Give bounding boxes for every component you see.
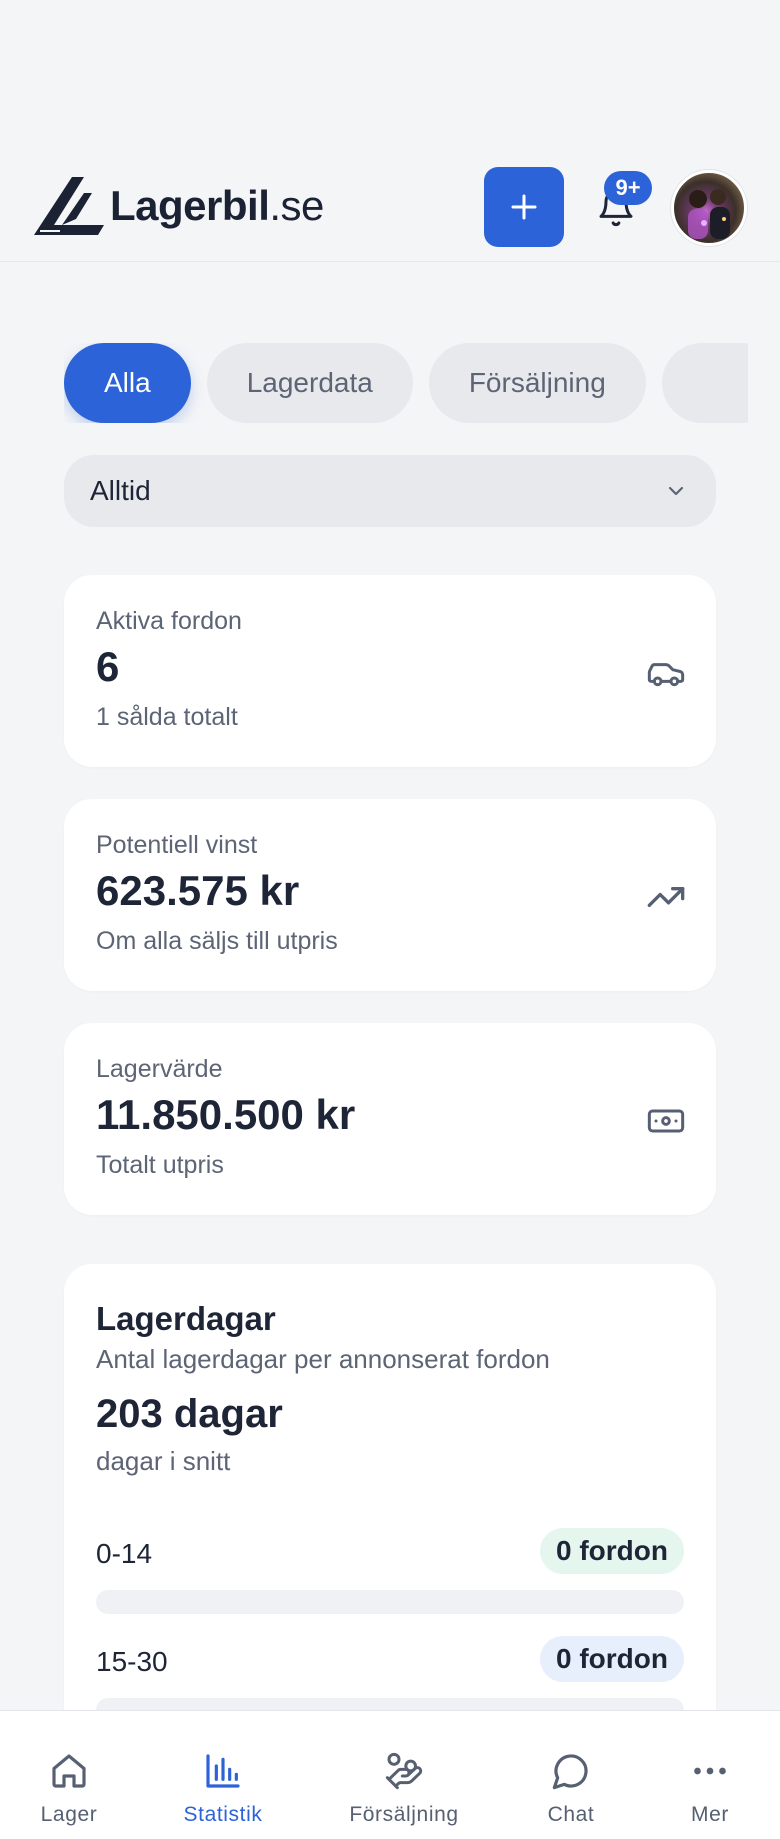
stat-sub: 1 sålda totalt bbox=[96, 703, 238, 731]
avatar-photo bbox=[688, 189, 730, 239]
home-icon bbox=[52, 1754, 86, 1788]
tab-more[interactable] bbox=[661, 343, 748, 423]
logo-tld: .se bbox=[269, 182, 324, 229]
stat-value: 623.575 kr bbox=[96, 867, 300, 914]
nav-item-chat[interactable]: Chat bbox=[532, 1711, 610, 1839]
logo-text: Lagerbil.se bbox=[110, 182, 324, 230]
stat-value: 11.850.500 kr bbox=[96, 1091, 356, 1138]
stat-value: 6 bbox=[96, 643, 120, 690]
bucket-progress-bar bbox=[96, 1590, 684, 1614]
stat-label: Aktiva fordon bbox=[96, 607, 242, 635]
period-select-value: Alltid bbox=[90, 475, 151, 506]
logo-name: Lagerbil bbox=[110, 182, 270, 229]
app-header: Lagerbil.se 9+ bbox=[0, 160, 780, 262]
bucket-count-badge: 0 fordon bbox=[540, 1528, 684, 1574]
stat-label: Lagervärde bbox=[96, 1055, 223, 1083]
stock-days-title: Lagerdagar bbox=[96, 1300, 276, 1337]
stat-card-potential-profit: Potentiell vinst 623.575 kr Om alla sälj… bbox=[64, 799, 716, 991]
more-dots-icon bbox=[694, 1767, 726, 1775]
nav-item-lager[interactable]: Lager bbox=[29, 1711, 109, 1839]
chat-bubble-icon bbox=[552, 1754, 588, 1790]
stock-days-unit: dagar i snitt bbox=[96, 1446, 231, 1476]
nav-item-mer[interactable]: Mer bbox=[670, 1711, 750, 1839]
trending-up-icon bbox=[647, 887, 685, 907]
stat-sub: Totalt utpris bbox=[96, 1151, 224, 1179]
add-vehicle-button[interactable] bbox=[484, 167, 564, 247]
nav-label: Chat bbox=[547, 1803, 595, 1826]
car-icon bbox=[647, 663, 685, 687]
nav-label: Mer bbox=[691, 1803, 729, 1826]
avatar[interactable] bbox=[671, 170, 747, 246]
filter-tabs: Alla Lagerdata Försäljning bbox=[64, 343, 748, 423]
banknote-icon bbox=[647, 1109, 685, 1133]
tab-forsaljning[interactable]: Försäljning bbox=[428, 343, 646, 423]
logo[interactable]: Lagerbil.se bbox=[32, 174, 324, 238]
nav-label: Statistik bbox=[183, 1803, 263, 1826]
stat-label: Potentiell vinst bbox=[96, 831, 258, 859]
bar-chart-icon bbox=[206, 1754, 240, 1788]
stat-card-active-vehicles: Aktiva fordon 6 1 sålda totalt bbox=[64, 575, 716, 767]
bucket-count-badge: 0 fordon bbox=[540, 1636, 684, 1682]
nav-item-statistik[interactable]: Statistik bbox=[172, 1711, 274, 1839]
bucket-range: 15-30 bbox=[96, 1646, 168, 1677]
logo-mark-icon bbox=[34, 177, 104, 235]
stock-days-subtitle: Antal lagerdagar per annonserat fordon bbox=[96, 1344, 550, 1374]
nav-item-forsaljning[interactable]: Försäljning bbox=[340, 1711, 468, 1839]
bucket-range: 0-14 bbox=[96, 1538, 153, 1569]
notifications-badge: 9+ bbox=[604, 171, 652, 205]
plus-icon bbox=[511, 194, 537, 220]
hand-coins-icon bbox=[385, 1752, 423, 1790]
stock-days-value: 203 dagar bbox=[96, 1392, 283, 1436]
stat-sub: Om alla säljs till utpris bbox=[96, 927, 338, 955]
chevron-down-icon bbox=[668, 486, 684, 496]
bottom-navigation: Lager Statistik Försäljning Chat Mer bbox=[0, 1710, 780, 1839]
nav-label: Lager bbox=[40, 1803, 98, 1826]
stat-card-stock-value: Lagervärde 11.850.500 kr Totalt utpris bbox=[64, 1023, 716, 1215]
tab-lagerdata[interactable]: Lagerdata bbox=[206, 343, 413, 423]
period-select[interactable]: Alltid bbox=[64, 455, 716, 527]
nav-label: Försäljning bbox=[349, 1803, 459, 1826]
tab-alla[interactable]: Alla bbox=[64, 343, 191, 423]
statistics-page: Lagerbil.se 9+ Alla Lagerdata Försäljnin… bbox=[0, 0, 780, 1839]
